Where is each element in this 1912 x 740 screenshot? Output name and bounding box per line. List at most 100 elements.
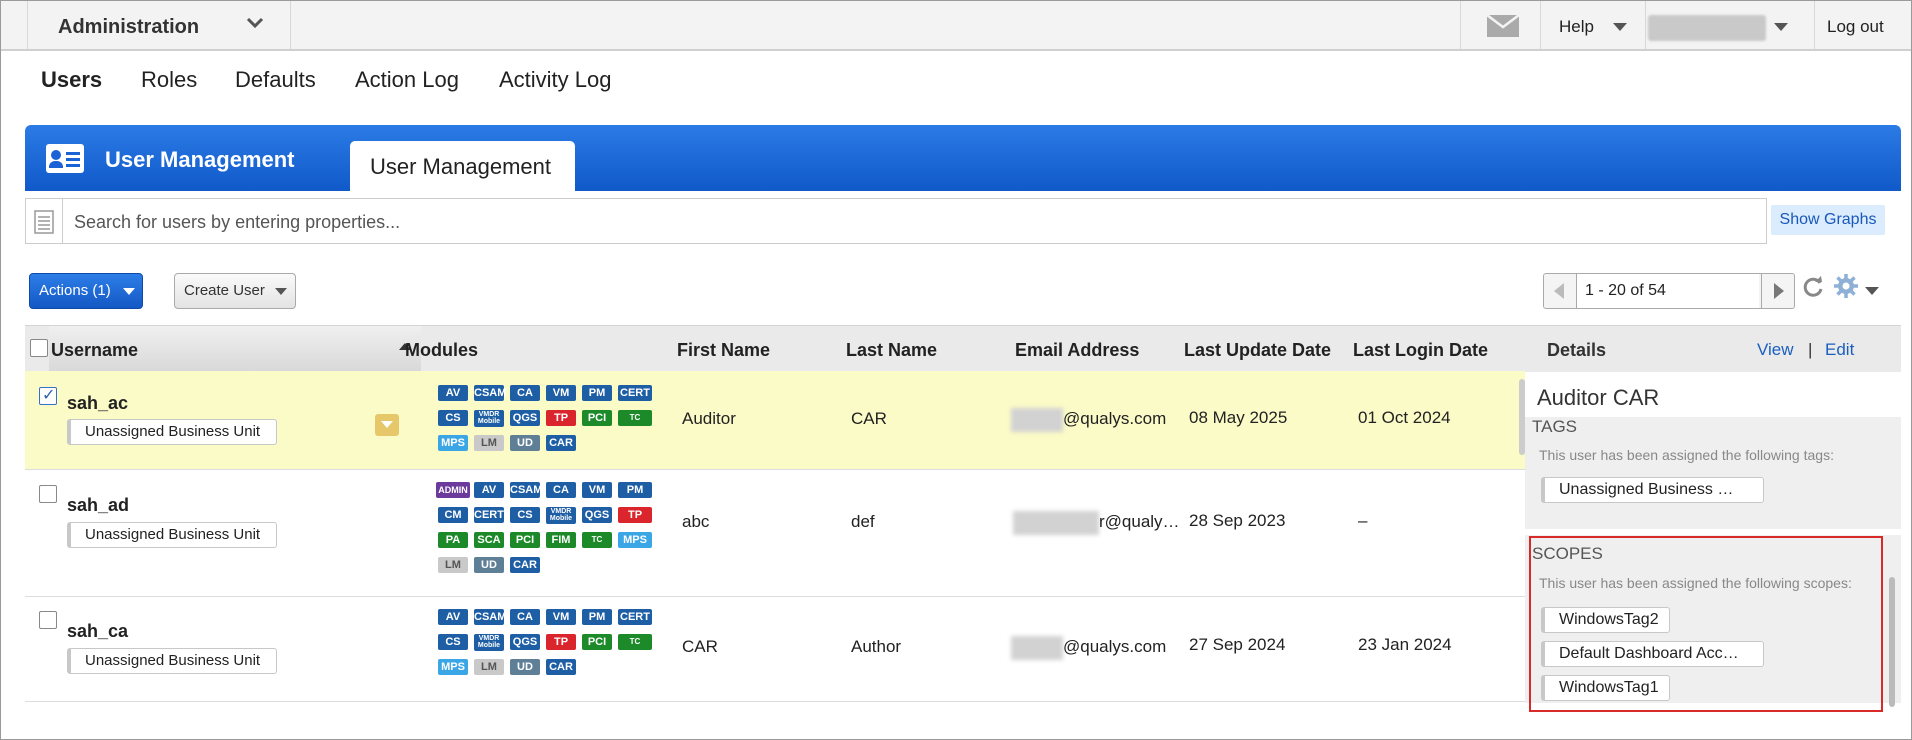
create-user-label: Create User [184, 282, 265, 299]
module-badge: SCA [474, 532, 504, 548]
module-badge: CM [438, 507, 468, 523]
module-badge: PCI [582, 634, 612, 650]
username[interactable]: sah_ca [67, 621, 128, 642]
table-row[interactable]: sah_ac Unassigned Business Unit AV CSAM … [25, 371, 1525, 470]
username[interactable]: sah_ad [67, 495, 129, 516]
view-link[interactable]: View [1757, 340, 1794, 360]
module-badge: MPS [438, 659, 468, 675]
username[interactable]: sah_ac [67, 393, 128, 414]
email-redacted [1011, 636, 1063, 660]
column-email[interactable]: Email Address [1015, 340, 1139, 361]
top-bar: Administration Help Log out [1, 1, 1911, 51]
table-row[interactable]: sah_ca Unassigned Business Unit AV CSAM … [25, 597, 1525, 702]
tab-roles[interactable]: Roles [141, 67, 197, 93]
module-badge: TP [546, 634, 576, 650]
module-badge: ADMIN [436, 482, 470, 498]
actions-button[interactable]: Actions (1) [29, 273, 143, 309]
gear-icon[interactable] [1833, 273, 1859, 306]
create-user-button[interactable]: Create User [174, 273, 296, 309]
first-name: Auditor [682, 409, 736, 428]
module-badge: UD [474, 557, 504, 573]
chevron-down-icon [246, 13, 264, 34]
column-last-name[interactable]: Last Name [846, 340, 937, 361]
module-badge: AV [438, 609, 468, 625]
app-title: Administration [58, 16, 200, 38]
help-menu[interactable]: Help [1540, 1, 1646, 49]
table-header: Username Modules First Name Last Name Em… [25, 325, 1525, 375]
last-login-date: – [1358, 511, 1368, 530]
module-badge: AV [438, 385, 468, 401]
column-last-update[interactable]: Last Update Date [1184, 340, 1331, 361]
module-badge: CERT [618, 385, 652, 401]
logout-button[interactable]: Log out [1814, 1, 1912, 49]
module-badge: CERT [474, 507, 504, 523]
module-badge: VM [546, 609, 576, 625]
pagination: 1 - 20 of 54 [1543, 273, 1795, 309]
module-badge: TP [618, 507, 652, 523]
help-label: Help [1559, 17, 1594, 36]
actions-label: Actions (1) [39, 282, 111, 299]
tab-defaults[interactable]: Defaults [235, 67, 316, 93]
business-unit-tag: Unassigned Business Unit [67, 419, 277, 445]
search-input[interactable] [72, 208, 1576, 236]
next-page-button[interactable] [1761, 274, 1794, 308]
mail-button[interactable] [1460, 1, 1541, 49]
last-update-date: 27 Sep 2024 [1189, 635, 1286, 654]
chevron-left-icon [1554, 283, 1564, 299]
row-checkbox[interactable] [39, 485, 57, 503]
email: r@qualy… [1099, 512, 1180, 531]
tab-activity-log[interactable]: Activity Log [499, 67, 612, 93]
row-expand-button[interactable] [375, 414, 399, 436]
module-badge: PCI [582, 410, 612, 426]
first-name: CAR [682, 637, 718, 656]
module-badge: VMDR Mobile [474, 634, 504, 651]
module-badge: LM [474, 435, 504, 451]
details-user-name: Auditor CAR [1537, 385, 1660, 410]
tags-section: TAGS This user has been assigned the fol… [1525, 417, 1901, 529]
email-redacted [1011, 408, 1063, 432]
tab-user-management[interactable]: User Management [350, 141, 575, 191]
show-graphs-button[interactable]: Show Graphs [1771, 205, 1885, 235]
app-switcher[interactable]: Administration [27, 1, 291, 49]
module-badge: TC [582, 532, 612, 548]
tab-label: User Management [370, 154, 551, 179]
module-badge: MPS [618, 532, 652, 548]
separator: | [1808, 340, 1813, 359]
module-badge: TP [546, 410, 576, 426]
tags-description: This user has been assigned the followin… [1539, 447, 1834, 463]
scopes-highlight-box [1529, 536, 1883, 712]
module-badge: PCI [510, 532, 540, 548]
module-badge: CA [510, 609, 540, 625]
module-badge: LM [438, 557, 468, 573]
column-first-name[interactable]: First Name [677, 340, 770, 361]
tag-chip: Unassigned Business … [1541, 477, 1764, 503]
tab-action-log[interactable]: Action Log [355, 67, 459, 93]
chevron-down-icon[interactable] [1865, 287, 1879, 295]
module-badge: PM [582, 385, 612, 401]
module-badge: CSAM [510, 482, 543, 498]
scrollbar[interactable] [1889, 577, 1895, 707]
module-badge: CA [546, 482, 576, 498]
prev-page-button[interactable] [1544, 274, 1577, 308]
column-label: Username [51, 340, 139, 360]
tab-users[interactable]: Users [41, 67, 102, 93]
column-username[interactable]: Username [49, 326, 421, 375]
refresh-icon[interactable] [1801, 275, 1825, 306]
user-management-panel: User Management User Management Show Gra… [25, 125, 1901, 725]
panel-banner: User Management User Management [25, 125, 1901, 191]
module-badge: CS [438, 634, 468, 650]
row-checkbox[interactable] [39, 611, 57, 629]
tags-heading: TAGS [1532, 417, 1578, 436]
edit-link[interactable]: Edit [1825, 340, 1854, 360]
module-badge: CAR [510, 557, 540, 573]
select-all-checkbox[interactable] [30, 339, 48, 357]
module-badge: AV [474, 482, 504, 498]
last-update-date: 08 May 2025 [1189, 408, 1288, 427]
table-row[interactable]: sah_ad Unassigned Business Unit ADMIN AV… [25, 470, 1525, 597]
column-last-login[interactable]: Last Login Date [1353, 340, 1488, 361]
page-range[interactable]: 1 - 20 of 54 [1577, 274, 1759, 308]
module-badge: CAR [546, 659, 576, 675]
document-icon[interactable] [26, 199, 63, 243]
first-name: abc [682, 512, 710, 531]
row-checkbox[interactable] [39, 385, 57, 405]
